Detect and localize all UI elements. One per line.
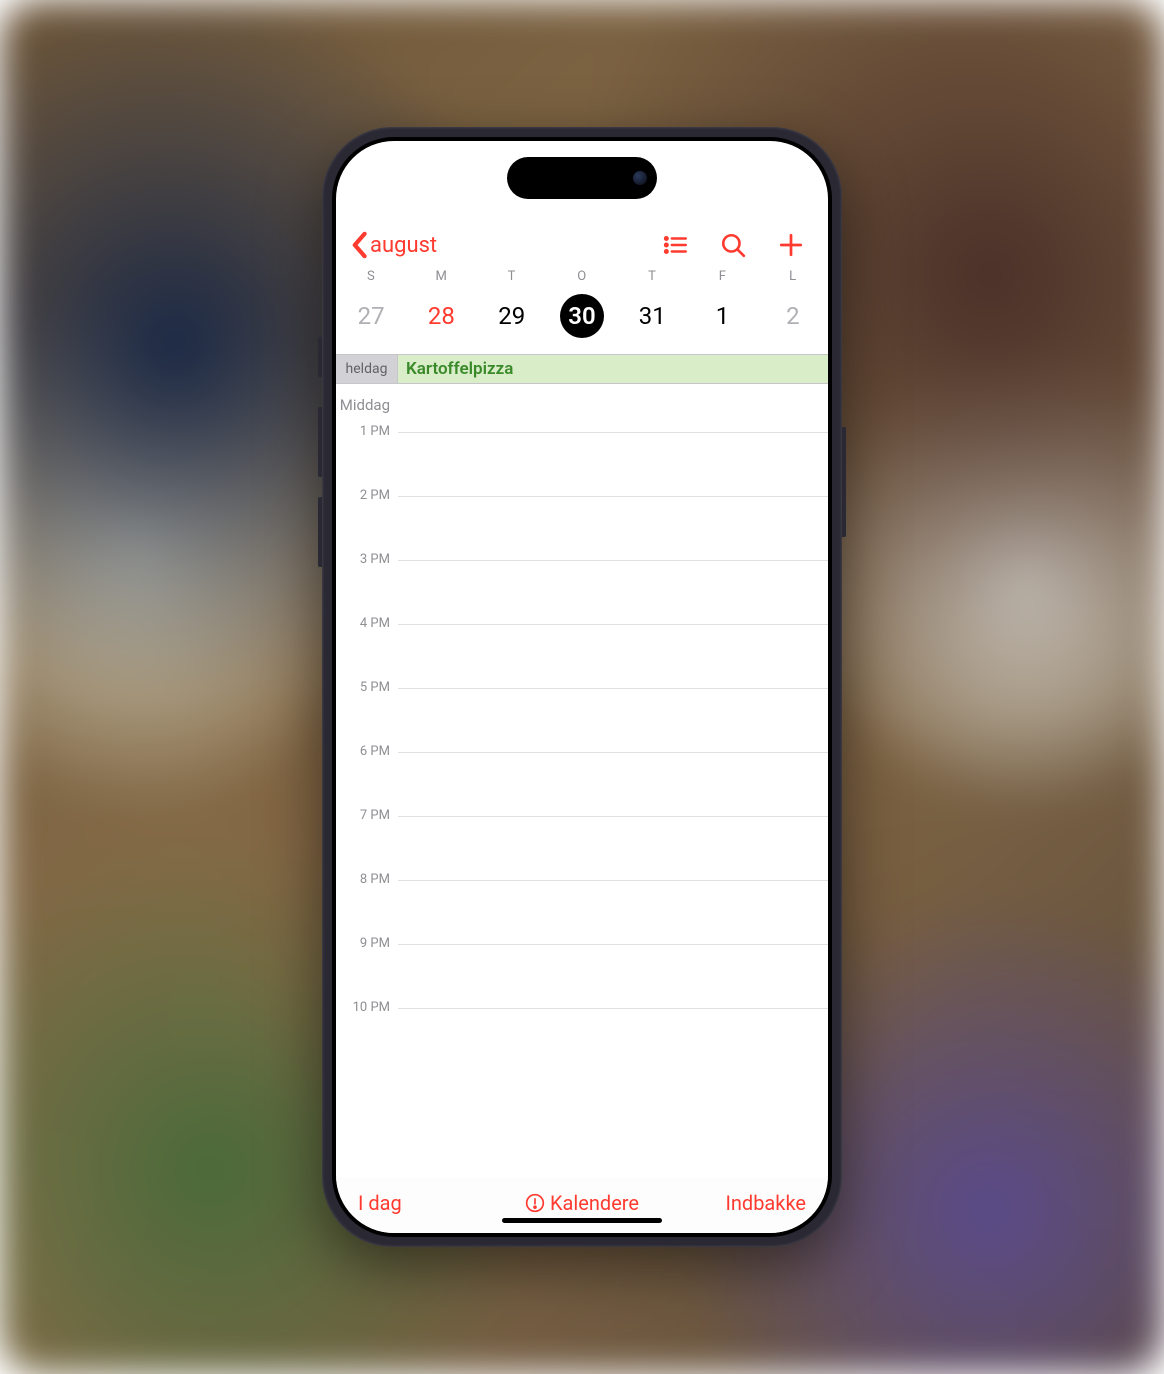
hour-label: 3 PM: [336, 552, 398, 567]
weekday-label: O: [577, 269, 586, 284]
weekday-label: T: [648, 269, 656, 284]
hour-row: 4 PM: [336, 624, 828, 688]
weekday-label: T: [508, 269, 516, 284]
day-number: 1: [701, 294, 745, 338]
hour-line: [398, 496, 828, 497]
phone-screen: august: [336, 141, 828, 1233]
hour-label: 10 PM: [336, 1000, 398, 1015]
alert-circle-icon: [525, 1193, 545, 1213]
allday-row: heldag Kartoffelpizza: [336, 354, 828, 384]
day-col-2[interactable]: T 29: [477, 269, 547, 338]
add-event-button[interactable]: [778, 232, 804, 258]
day-col-3[interactable]: O 30: [547, 269, 617, 338]
day-number: 27: [349, 294, 393, 338]
hour-row: 9 PM: [336, 944, 828, 1008]
day-number: 29: [490, 294, 534, 338]
calendars-label: Kalendere: [550, 1191, 639, 1215]
hour-line: [398, 944, 828, 945]
hour-row: 10 PM: [336, 1008, 828, 1072]
hour-label: 2 PM: [336, 488, 398, 503]
hour-label: 1 PM: [336, 424, 398, 439]
hour-label: 7 PM: [336, 808, 398, 823]
hour-line: [398, 880, 828, 881]
hour-line: [398, 816, 828, 817]
bottom-toolbar: I dag Kalendere Indbakke: [336, 1177, 828, 1233]
hour-label: 5 PM: [336, 680, 398, 695]
hour-row: 6 PM: [336, 752, 828, 816]
day-number: 2: [771, 294, 815, 338]
hour-row: 3 PM: [336, 560, 828, 624]
mute-switch: [318, 337, 322, 377]
power-button: [842, 427, 846, 537]
plus-icon: [778, 232, 804, 258]
week-selector: S 27 M 28 T 29 O 30 T 31: [336, 269, 828, 354]
day-col-4[interactable]: T 31: [617, 269, 687, 338]
hour-line: [398, 752, 828, 753]
volume-up-button: [318, 407, 322, 477]
hour-line: [398, 624, 828, 625]
calendars-button[interactable]: Kalendere: [525, 1191, 639, 1215]
day-number: 28: [419, 294, 463, 338]
day-col-1[interactable]: M 28: [406, 269, 476, 338]
list-icon: [662, 232, 688, 258]
hour-label: 8 PM: [336, 872, 398, 887]
weekday-label: F: [719, 269, 727, 284]
phone-frame: august: [322, 127, 842, 1247]
hour-label: Middag: [336, 396, 398, 414]
hour-row: 8 PM: [336, 880, 828, 944]
search-button[interactable]: [720, 232, 746, 258]
search-icon: [720, 232, 746, 258]
today-button[interactable]: I dag: [358, 1191, 402, 1215]
weekday-label: S: [367, 269, 375, 284]
back-button[interactable]: august: [350, 231, 437, 259]
day-timeline[interactable]: Middag 1 PM 2 PM 3 PM 4 PM: [336, 384, 828, 1177]
hour-row: 7 PM: [336, 816, 828, 880]
dynamic-island: [507, 157, 657, 199]
weekday-label: L: [789, 269, 797, 284]
home-indicator[interactable]: [502, 1218, 662, 1223]
weekday-label: M: [435, 269, 447, 284]
hour-row: Middag: [336, 384, 828, 432]
today-label: I dag: [358, 1191, 402, 1215]
hour-label: 9 PM: [336, 936, 398, 951]
day-col-0[interactable]: S 27: [336, 269, 406, 338]
back-label: august: [370, 233, 437, 258]
day-col-5[interactable]: F 1: [687, 269, 757, 338]
day-number-selected: 30: [560, 294, 604, 338]
allday-event-title: Kartoffelpizza: [406, 359, 513, 379]
hour-line: [398, 1008, 828, 1009]
list-view-button[interactable]: [662, 232, 688, 258]
hour-label: 4 PM: [336, 616, 398, 631]
allday-label: heldag: [336, 355, 398, 383]
hour-row: 1 PM: [336, 432, 828, 496]
hour-line: [398, 688, 828, 689]
allday-event[interactable]: Kartoffelpizza: [398, 355, 828, 383]
hour-row: 5 PM: [336, 688, 828, 752]
hour-row: 2 PM: [336, 496, 828, 560]
day-col-6[interactable]: L 2: [758, 269, 828, 338]
inbox-button[interactable]: Indbakke: [725, 1191, 806, 1215]
day-number: 31: [630, 294, 674, 338]
hour-line: [398, 560, 828, 561]
hour-label: 6 PM: [336, 744, 398, 759]
chevron-left-icon: [350, 231, 368, 259]
hour-line: [398, 432, 828, 433]
inbox-label: Indbakke: [725, 1191, 806, 1215]
volume-down-button: [318, 497, 322, 567]
